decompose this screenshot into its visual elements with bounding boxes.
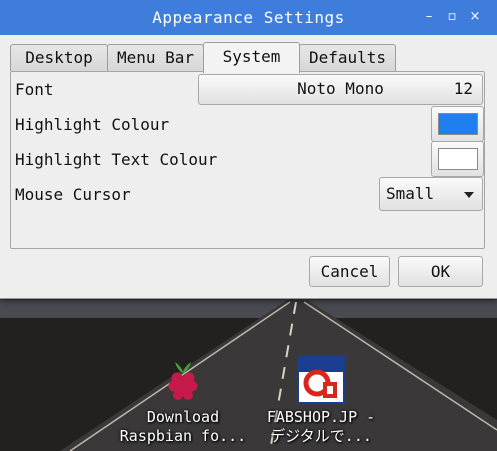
raspberry-icon: [168, 362, 198, 400]
highlight-colour-label: Highlight Colour: [15, 115, 170, 134]
desktop-icon-download-raspbian[interactable]: Download Raspbian fo...: [103, 356, 263, 446]
font-label: Font: [15, 80, 54, 99]
ok-button-label: OK: [430, 262, 451, 281]
desktop-icon-label-line1: Download: [146, 408, 220, 426]
highlight-text-colour-swatch: [438, 148, 478, 170]
tab-desktop[interactable]: Desktop: [10, 44, 108, 71]
font-picker-button[interactable]: Noto Mono 12: [198, 74, 483, 105]
tab-defaults[interactable]: Defaults: [299, 44, 396, 71]
title-bar[interactable]: Appearance Settings – ▫ ×: [0, 0, 497, 35]
appearance-settings-window: Appearance Settings – ▫ × Desktop Menu B…: [0, 0, 497, 299]
font-name: Noto Mono: [297, 79, 384, 98]
close-icon[interactable]: ×: [467, 9, 483, 25]
mouse-cursor-dropdown[interactable]: Small: [379, 177, 483, 211]
desktop-icon-fabshop[interactable]: FABSHOP.JP - デジタルで...: [241, 356, 401, 446]
highlight-colour-swatch: [438, 113, 478, 135]
tab-system[interactable]: System: [203, 42, 300, 73]
minimize-icon[interactable]: –: [421, 9, 437, 25]
maximize-icon[interactable]: ▫: [444, 9, 460, 25]
highlight-text-colour-label: Highlight Text Colour: [15, 150, 218, 169]
cancel-button-label: Cancel: [320, 262, 379, 281]
desktop-icon-label-line2: Raspbian fo...: [119, 427, 247, 445]
chevron-down-icon: [464, 192, 474, 198]
fabshop-icon: [297, 356, 345, 404]
ok-button[interactable]: OK: [398, 256, 483, 287]
mouse-cursor-value: Small: [386, 184, 435, 203]
font-size: 12: [453, 79, 473, 98]
desktop-icon-label-line1: FABSHOP.JP -: [266, 408, 376, 426]
highlight-colour-button[interactable]: [431, 106, 484, 142]
mouse-cursor-label: Mouse Cursor: [15, 185, 131, 204]
highlight-text-colour-button[interactable]: [431, 141, 484, 177]
desktop-icon-label-line2: デジタルで...: [270, 427, 372, 445]
tab-menu-bar[interactable]: Menu Bar: [107, 44, 204, 71]
cancel-button[interactable]: Cancel: [309, 256, 390, 287]
